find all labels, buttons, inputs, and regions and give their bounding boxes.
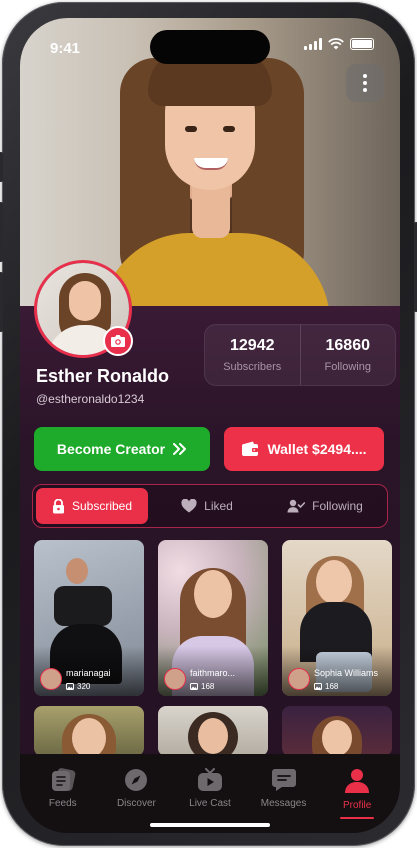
become-creator-button[interactable]: Become Creator bbox=[34, 427, 210, 471]
media-count: 168 bbox=[314, 682, 338, 691]
user-check-icon bbox=[287, 499, 306, 513]
wallet-label: Wallet $2494.... bbox=[267, 441, 367, 457]
media-count-value: 168 bbox=[325, 682, 339, 691]
nav-messages[interactable]: Messages bbox=[247, 754, 321, 833]
content-tabs: Subscribed Liked Following bbox=[32, 484, 388, 528]
nav-profile[interactable]: Profile bbox=[320, 754, 394, 833]
message-icon bbox=[271, 769, 296, 791]
camera-icon[interactable] bbox=[103, 326, 133, 356]
stats-panel: 12942 Subscribers 16860 Following bbox=[204, 324, 396, 386]
volume-up-button bbox=[0, 202, 3, 262]
tab-subscribed[interactable]: Subscribed bbox=[36, 488, 148, 524]
feeds-icon bbox=[51, 768, 76, 791]
stat-label: Subscribers bbox=[223, 361, 282, 373]
image-icon bbox=[66, 683, 74, 690]
profile-handle: @estheronaldo1234 bbox=[36, 392, 145, 406]
nav-label: Feeds bbox=[48, 798, 77, 809]
nav-feeds[interactable]: Feeds bbox=[26, 754, 100, 833]
media-count: 168 bbox=[190, 682, 214, 691]
grid-card[interactable]: marianagai 320 bbox=[34, 540, 144, 696]
image-icon bbox=[190, 683, 198, 690]
profile-name: Esther Ronaldo bbox=[36, 366, 170, 386]
volume-down-button bbox=[0, 272, 3, 332]
grid-card[interactable] bbox=[282, 706, 392, 756]
tab-label: Following bbox=[312, 499, 363, 513]
tab-following[interactable]: Following bbox=[266, 488, 384, 524]
phone-frame: 9:41 12942 Subscribers 16860 Following E… bbox=[0, 2, 417, 846]
nav-discover[interactable]: Discover bbox=[100, 754, 174, 833]
mute-switch bbox=[0, 152, 3, 182]
dynamic-island bbox=[150, 30, 270, 64]
stat-label: Following bbox=[324, 361, 371, 373]
wallet-icon bbox=[242, 441, 259, 456]
signal-icon bbox=[304, 38, 322, 50]
nav-label: Profile bbox=[342, 800, 372, 811]
image-icon bbox=[314, 683, 322, 690]
creator-avatar bbox=[288, 668, 310, 690]
stat-subscribers[interactable]: 12942 Subscribers bbox=[205, 325, 300, 385]
nav-live-cast[interactable]: Live Cast bbox=[173, 754, 247, 833]
double-chevron-right-icon bbox=[173, 443, 187, 455]
grid-card[interactable] bbox=[158, 706, 268, 756]
nav-label: Discover bbox=[116, 798, 156, 809]
grid-card[interactable]: faithmaro... 168 bbox=[158, 540, 268, 696]
nav-label: Live Cast bbox=[189, 798, 231, 809]
status-time: 9:41 bbox=[50, 40, 81, 57]
battery-icon bbox=[350, 38, 374, 50]
media-count-value: 320 bbox=[77, 682, 91, 691]
become-creator-label: Become Creator bbox=[56, 441, 166, 457]
wallet-button[interactable]: Wallet $2494.... bbox=[224, 427, 384, 471]
stat-value: 16860 bbox=[325, 337, 371, 354]
creator-avatar bbox=[164, 668, 186, 690]
creator-name: marianagai bbox=[66, 668, 111, 678]
status-icons bbox=[304, 38, 374, 50]
lock-icon bbox=[52, 498, 64, 513]
bottom-navigation: Feeds Discover Live Cast Messages Profil… bbox=[20, 754, 400, 833]
tab-label: Subscribed bbox=[71, 499, 133, 513]
nav-label: Messages bbox=[260, 798, 307, 809]
tab-label: Liked bbox=[204, 499, 233, 513]
home-indicator[interactable] bbox=[150, 823, 270, 827]
person-icon bbox=[345, 769, 370, 793]
creator-avatar bbox=[40, 668, 62, 690]
screen: 9:41 12942 Subscribers 16860 Following E… bbox=[20, 18, 400, 833]
tab-liked[interactable]: Liked bbox=[148, 488, 266, 524]
creator-name: faithmaro... bbox=[190, 668, 236, 678]
compass-icon bbox=[125, 769, 148, 791]
media-count-value: 168 bbox=[201, 682, 215, 691]
grid-card[interactable]: Sophia Williams 168 bbox=[282, 540, 392, 696]
more-options-button[interactable] bbox=[346, 64, 384, 102]
wifi-icon bbox=[328, 38, 344, 50]
tv-icon bbox=[197, 768, 222, 791]
stat-following[interactable]: 16860 Following bbox=[299, 325, 396, 385]
grid-card[interactable] bbox=[34, 706, 144, 756]
creator-name: Sophia Williams bbox=[314, 668, 379, 678]
stat-value: 12942 bbox=[230, 337, 275, 354]
heart-icon bbox=[181, 499, 197, 513]
media-count: 320 bbox=[66, 682, 90, 691]
